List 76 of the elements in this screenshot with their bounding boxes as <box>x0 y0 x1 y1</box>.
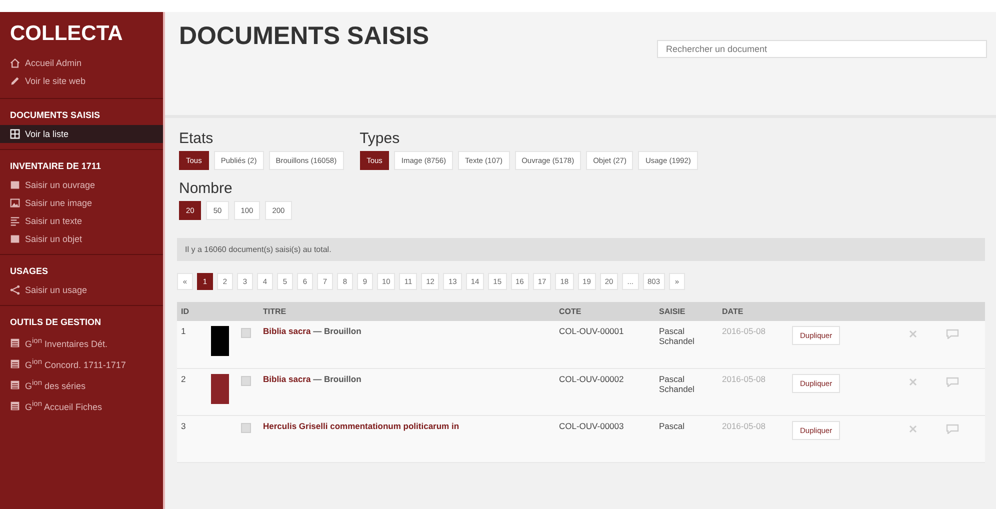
checkbox-icon[interactable] <box>241 328 251 338</box>
author-cell: Pascal <box>655 415 718 462</box>
sidebar-link[interactable]: Accueil Admin <box>0 54 163 72</box>
title-cell[interactable]: Biblia sacra — Brouillon <box>259 321 555 368</box>
checkbox-icon[interactable] <box>241 422 251 432</box>
author-cell: Pascal Schandel <box>655 368 718 415</box>
checkbox-icon[interactable] <box>241 376 251 386</box>
sidebar-item[interactable]: G$^{ion}$ Inventaires Dét. <box>0 332 163 353</box>
sidebar-item[interactable]: Saisir un ouvrage <box>0 176 163 194</box>
table-icon <box>10 400 20 410</box>
column-header: SAISIE <box>655 302 718 321</box>
section-title: DOCUMENTS SAISIS <box>9 109 102 122</box>
column-header: ID <box>177 302 207 321</box>
square-icon <box>10 180 20 190</box>
sidebar-link[interactable]: Voir le site web <box>0 72 163 90</box>
sidebar-item[interactable]: Saisir un texte <box>0 212 163 230</box>
sidebar-item[interactable]: Voir la liste <box>0 125 163 143</box>
brand-logo-text[interactable]: COLLECTA <box>0 22 163 54</box>
square-icon <box>10 234 20 244</box>
total-message: Il y a 16060 document(s) saisi(s) au total. <box>177 238 985 261</box>
comment-icon[interactable] <box>946 376 958 386</box>
share-icon <box>10 285 20 295</box>
cote-cell: COL-OUV-00003 <box>555 415 655 462</box>
sidebar-item[interactable]: Saisir un objet <box>0 230 163 248</box>
cote-cell: COL-OUV-00002 <box>555 368 655 415</box>
section-title: OUTILS DE GESTION <box>9 316 102 329</box>
page-title: DOCUMENTS SAISIS <box>179 22 430 51</box>
close-icon[interactable] <box>908 424 918 434</box>
date-cell: 2016-05-08 <box>718 321 788 368</box>
filter-title: Etats <box>179 130 214 147</box>
table-icon <box>10 358 20 368</box>
sidebar-item[interactable]: G$^{ion}$ Concord. 1711-1717 <box>0 353 163 374</box>
item-label: G$^{ion}$ Accueil Fiches <box>25 399 102 412</box>
item-label: G$^{ion}$ Concord. 1711-1717 <box>25 357 126 370</box>
grid-icon <box>10 129 20 139</box>
item-label: Saisir une image <box>25 198 92 208</box>
section-title: INVENTAIRE DE 1711 <box>9 160 102 173</box>
link-label: Accueil Admin <box>25 58 82 68</box>
image-icon <box>10 198 20 208</box>
column-header: COTE <box>555 302 655 321</box>
sidebar-item[interactable]: G$^{ion}$ Accueil Fiches <box>0 395 163 416</box>
author-cell: Pascal Schandel <box>655 321 718 368</box>
filter-title: Types <box>360 130 401 147</box>
column-header: TITRE <box>259 302 555 321</box>
sidebar-item[interactable]: Saisir une image <box>0 194 163 212</box>
item-label: G$^{ion}$ Inventaires Dét. <box>25 336 108 349</box>
filter-title: Nombre <box>179 180 234 197</box>
id-cell: 3 <box>177 415 207 462</box>
table-icon <box>10 338 20 348</box>
close-icon[interactable] <box>908 329 918 339</box>
sidebar-item[interactable]: Saisir un usage <box>0 281 163 299</box>
item-label: Saisir un objet <box>25 234 82 244</box>
item-label: Voir la liste <box>25 129 69 139</box>
item-label: Saisir un usage <box>25 285 88 295</box>
cote-cell: COL-OUV-00001 <box>555 321 655 368</box>
item-label: G$^{ion}$ des séries <box>25 378 86 391</box>
comment-icon[interactable] <box>946 424 958 434</box>
id-cell: 1 <box>177 321 207 368</box>
table-icon <box>10 380 20 390</box>
title-cell[interactable]: Biblia sacra — Brouillon <box>259 368 555 415</box>
id-cell: 2 <box>177 368 207 415</box>
close-icon[interactable] <box>908 376 918 386</box>
sidebar-item[interactable]: G$^{ion}$ des séries <box>0 374 163 395</box>
text-icon <box>10 216 20 226</box>
link-label: Voir le site web <box>25 76 86 86</box>
pencil-icon <box>10 76 20 86</box>
date-cell: 2016-05-08 <box>718 415 788 462</box>
date-cell: 2016-05-08 <box>718 368 788 415</box>
section-title: USAGES <box>9 265 50 278</box>
title-cell[interactable]: Herculis Griselli commentationum politicarum in <box>259 415 555 462</box>
comment-icon[interactable] <box>946 329 958 339</box>
item-label: Saisir un texte <box>25 216 82 226</box>
column-header: DATE <box>718 302 788 321</box>
item-label: Saisir un ouvrage <box>25 180 96 190</box>
home-icon <box>10 58 20 68</box>
search-field[interactable]: Rechercher un document <box>657 40 987 58</box>
